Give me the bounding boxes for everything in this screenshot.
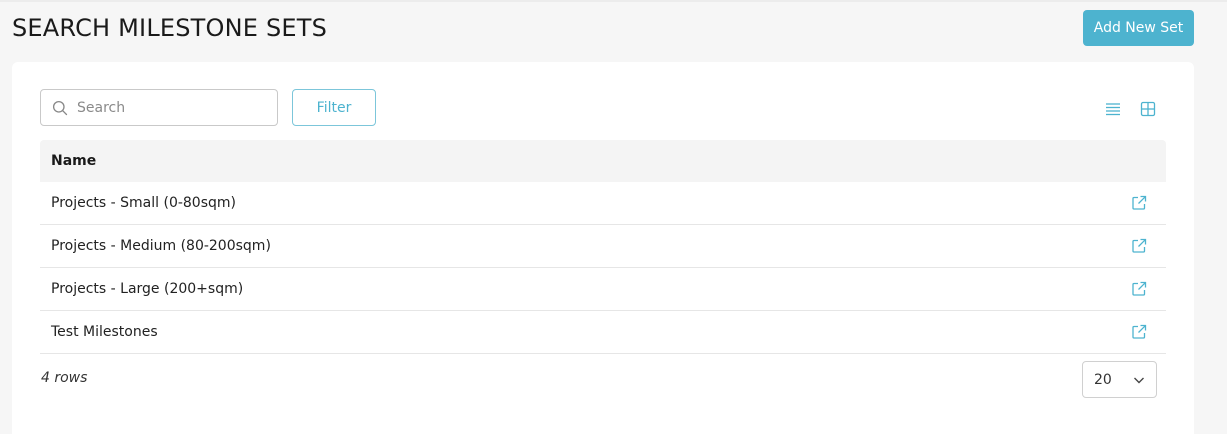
- search-box[interactable]: [40, 89, 278, 126]
- table-row[interactable]: Test Milestones: [40, 311, 1166, 354]
- page-size-select[interactable]: 20: [1082, 361, 1157, 398]
- list-view-icon[interactable]: [1104, 100, 1122, 118]
- page-title: SEARCH MILESTONE SETS: [12, 14, 328, 42]
- add-new-set-button[interactable]: Add New Set: [1083, 10, 1194, 46]
- open-external-icon[interactable]: [1131, 281, 1147, 297]
- grid-view-icon[interactable]: [1139, 100, 1157, 118]
- open-external-icon[interactable]: [1131, 238, 1147, 254]
- table-row[interactable]: Projects - Small (0-80sqm): [40, 182, 1166, 225]
- open-external-icon[interactable]: [1131, 195, 1147, 211]
- search-icon: [52, 100, 68, 115]
- results-card: Filter Name Projects - Small (0-80sqm): [12, 62, 1194, 434]
- page-size-value: 20: [1094, 371, 1112, 388]
- column-header-name[interactable]: Name: [51, 153, 96, 169]
- milestone-sets-table: Name Projects - Small (0-80sqm) Projects…: [40, 140, 1166, 354]
- open-external-icon[interactable]: [1131, 324, 1147, 340]
- filter-button[interactable]: Filter: [292, 89, 376, 126]
- row-name[interactable]: Projects - Large (200+sqm): [51, 281, 243, 297]
- chevron-down-icon: [1134, 377, 1144, 383]
- row-name[interactable]: Test Milestones: [51, 324, 158, 340]
- row-name[interactable]: Projects - Medium (80-200sqm): [51, 238, 271, 254]
- row-name[interactable]: Projects - Small (0-80sqm): [51, 195, 236, 211]
- table-row[interactable]: Projects - Medium (80-200sqm): [40, 225, 1166, 268]
- search-input[interactable]: [77, 99, 257, 116]
- table-header: Name: [40, 140, 1166, 182]
- table-row[interactable]: Projects - Large (200+sqm): [40, 268, 1166, 311]
- row-count: 4 rows: [41, 370, 88, 386]
- top-divider: [0, 0, 1227, 2]
